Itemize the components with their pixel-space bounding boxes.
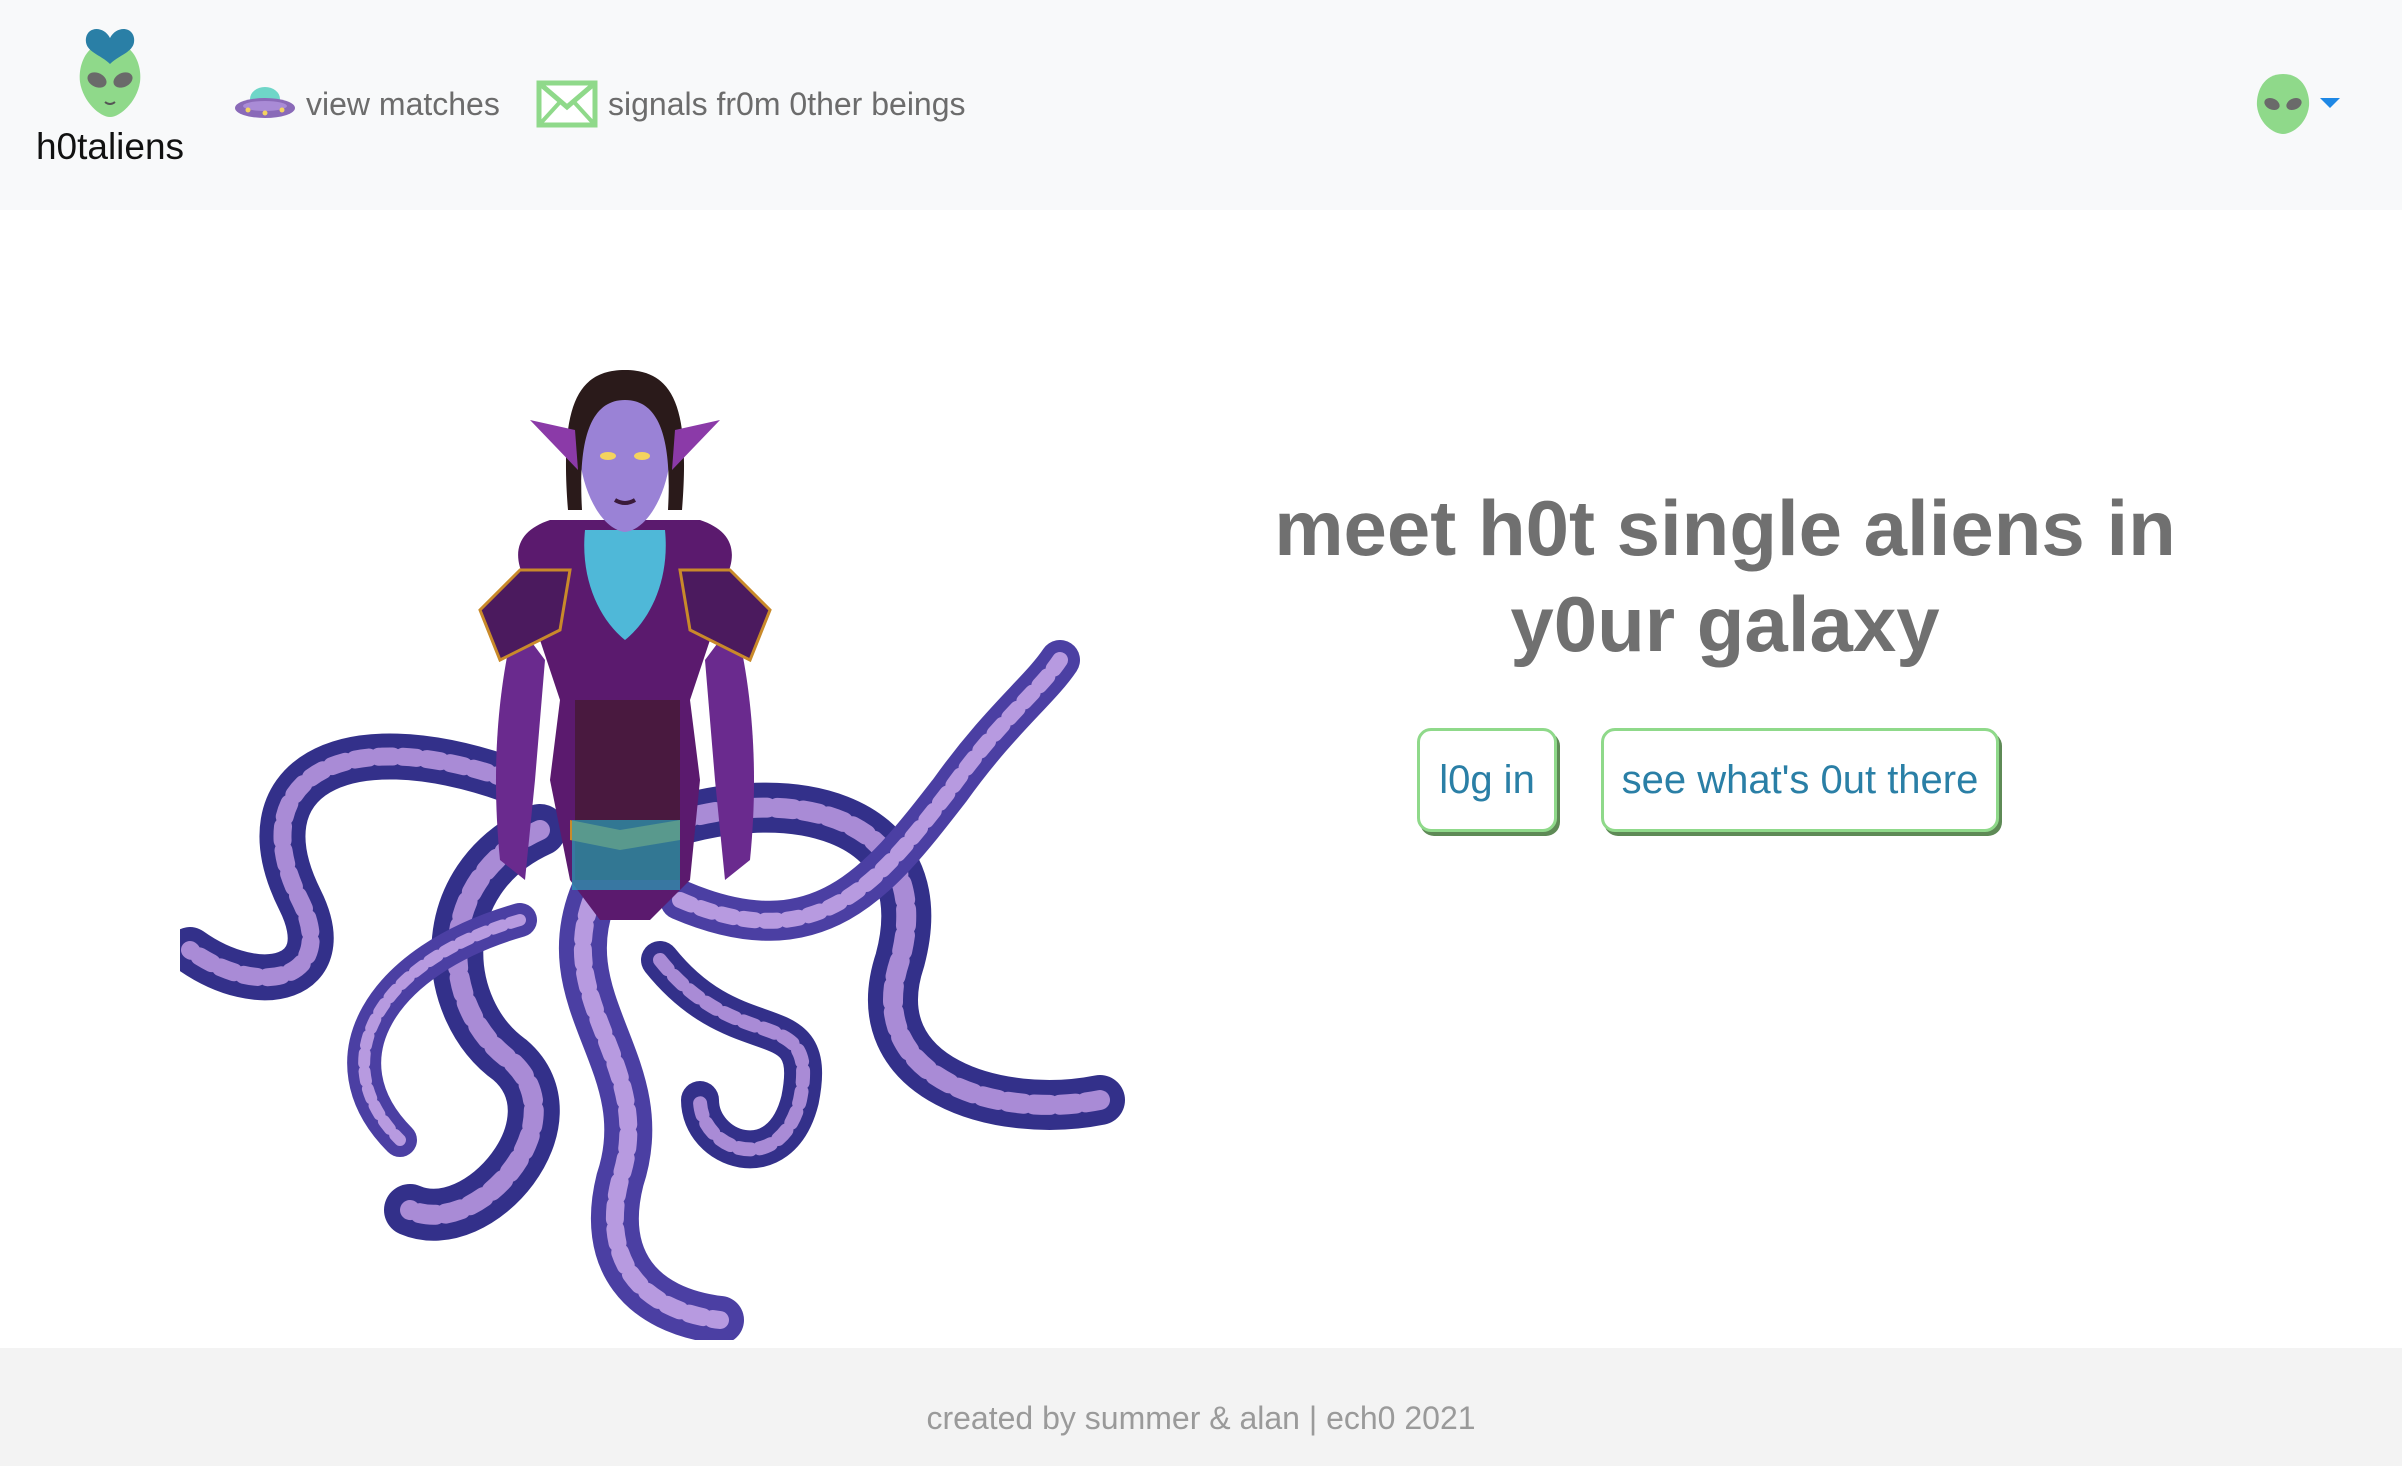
nav-signals[interactable]: signals fr0m 0ther beings: [536, 76, 966, 132]
envelope-icon: [536, 80, 598, 128]
navbar: h0taliens view matches signals fr0m 0the…: [0, 0, 2402, 210]
footer-credits: created by summer & alan | ech0 2021: [926, 1400, 1476, 1436]
login-button[interactable]: l0g in: [1417, 728, 1557, 832]
user-menu-toggle[interactable]: [2254, 72, 2340, 136]
nav-signals-label: signals fr0m 0ther beings: [608, 85, 966, 122]
nav-view-matches[interactable]: view matches: [234, 76, 500, 132]
ufo-icon: [234, 84, 296, 124]
brand-link[interactable]: h0taliens: [20, 22, 200, 182]
alien-heart-icon: [79, 29, 141, 117]
brand-name: h0taliens: [35, 126, 185, 167]
footer: created by summer & alan | ech0 2021: [0, 1348, 2402, 1466]
chevron-down-icon: [2320, 98, 2340, 108]
explore-button[interactable]: see what's 0ut there: [1601, 728, 1999, 832]
tentacled-alien-woman-illustration: [180, 370, 1125, 1340]
nav-view-matches-label: view matches: [306, 85, 500, 122]
alien-avatar-icon: [2256, 74, 2310, 134]
hero-headline: meet h0t single aliens in y0ur galaxy: [1274, 484, 2176, 668]
